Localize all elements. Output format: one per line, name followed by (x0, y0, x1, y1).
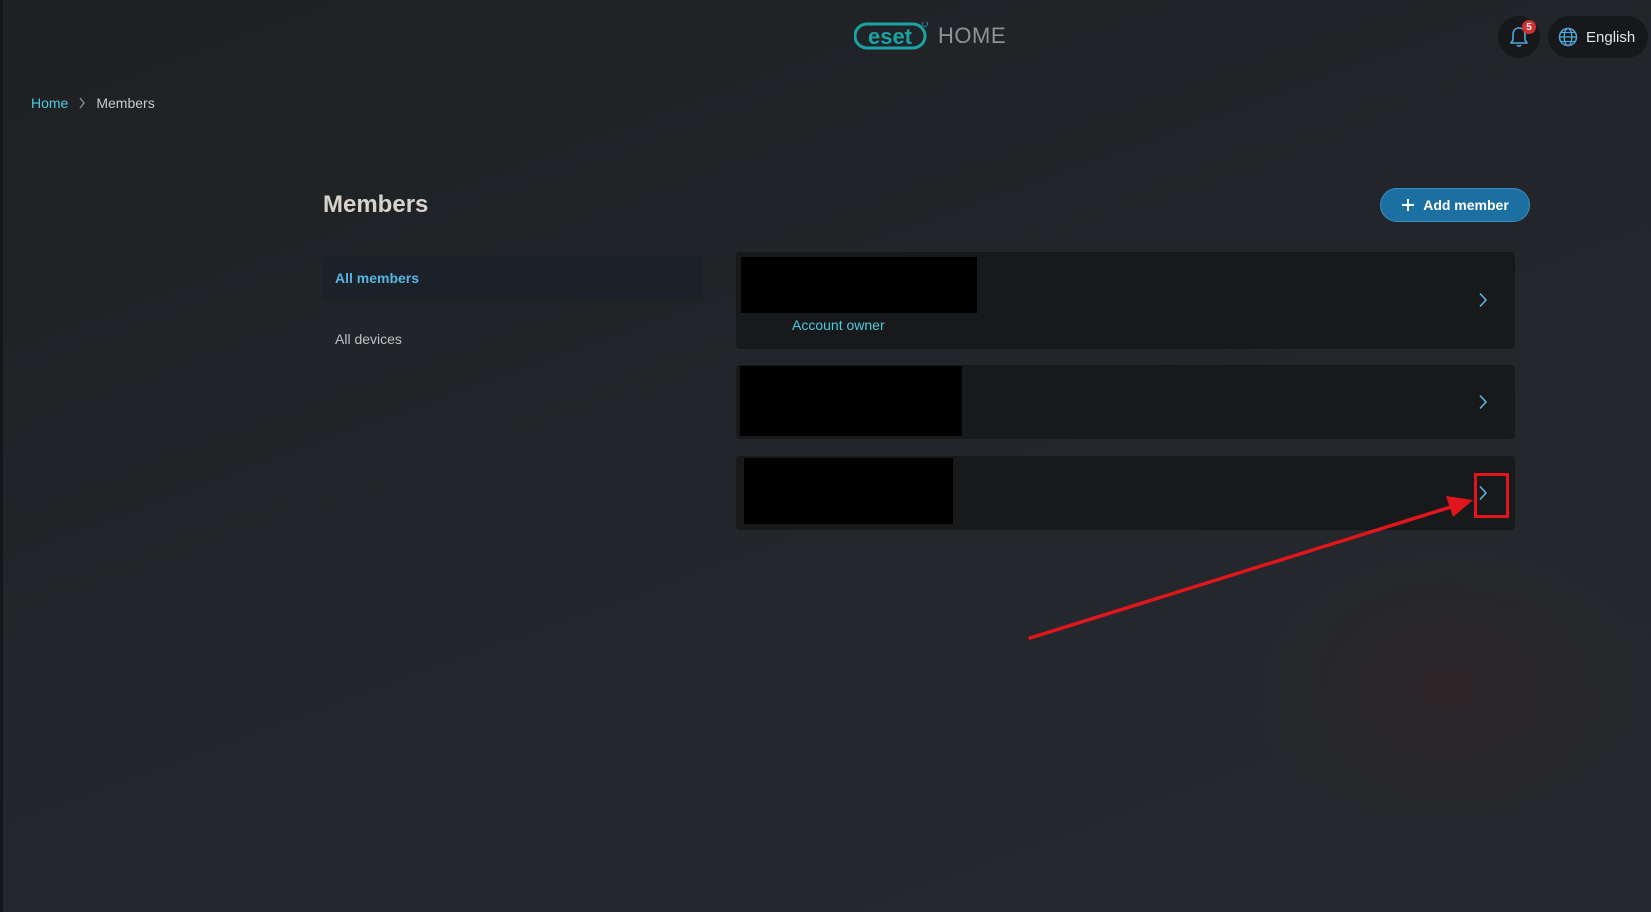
breadcrumb: Home Members (31, 95, 155, 111)
redacted-member-name (740, 366, 962, 436)
background-glow (1250, 540, 1650, 840)
page-title: Members (323, 191, 429, 218)
nav-all-members[interactable]: All members (323, 256, 703, 300)
eset-home-logo[interactable]: eset HOME (854, 20, 1006, 52)
nav-all-devices-label: All devices (335, 331, 402, 347)
breadcrumb-chevron-icon (78, 97, 86, 109)
window-edge (0, 0, 3, 912)
plus-icon (1402, 199, 1415, 211)
logo-home-text: HOME (938, 23, 1006, 48)
member-card[interactable] (736, 365, 1515, 439)
annotation-highlight-box (1474, 473, 1509, 518)
breadcrumb-home-link[interactable]: Home (31, 95, 68, 111)
chevron-right-icon[interactable] (1476, 291, 1490, 309)
member-role-label: Account owner (792, 317, 885, 333)
nav-all-members-label: All members (335, 270, 420, 286)
chevron-right-icon[interactable] (1476, 393, 1490, 411)
language-selector[interactable]: English (1548, 16, 1648, 58)
svg-text:eset: eset (868, 24, 913, 49)
member-card[interactable] (736, 456, 1515, 530)
redacted-member-name (744, 458, 953, 524)
add-member-button[interactable]: Add member (1380, 188, 1530, 222)
globe-icon (1558, 27, 1578, 47)
breadcrumb-current: Members (96, 95, 155, 111)
member-card-owner[interactable]: Account owner (736, 252, 1515, 349)
notifications-button[interactable]: 5 (1498, 16, 1540, 58)
redacted-member-name (741, 257, 977, 313)
nav-all-devices[interactable]: All devices (323, 326, 703, 352)
eset-logo-mark: eset (854, 22, 928, 50)
language-label: English (1586, 28, 1636, 46)
notification-count-badge: 5 (1522, 20, 1536, 34)
add-member-label: Add member (1423, 197, 1509, 213)
